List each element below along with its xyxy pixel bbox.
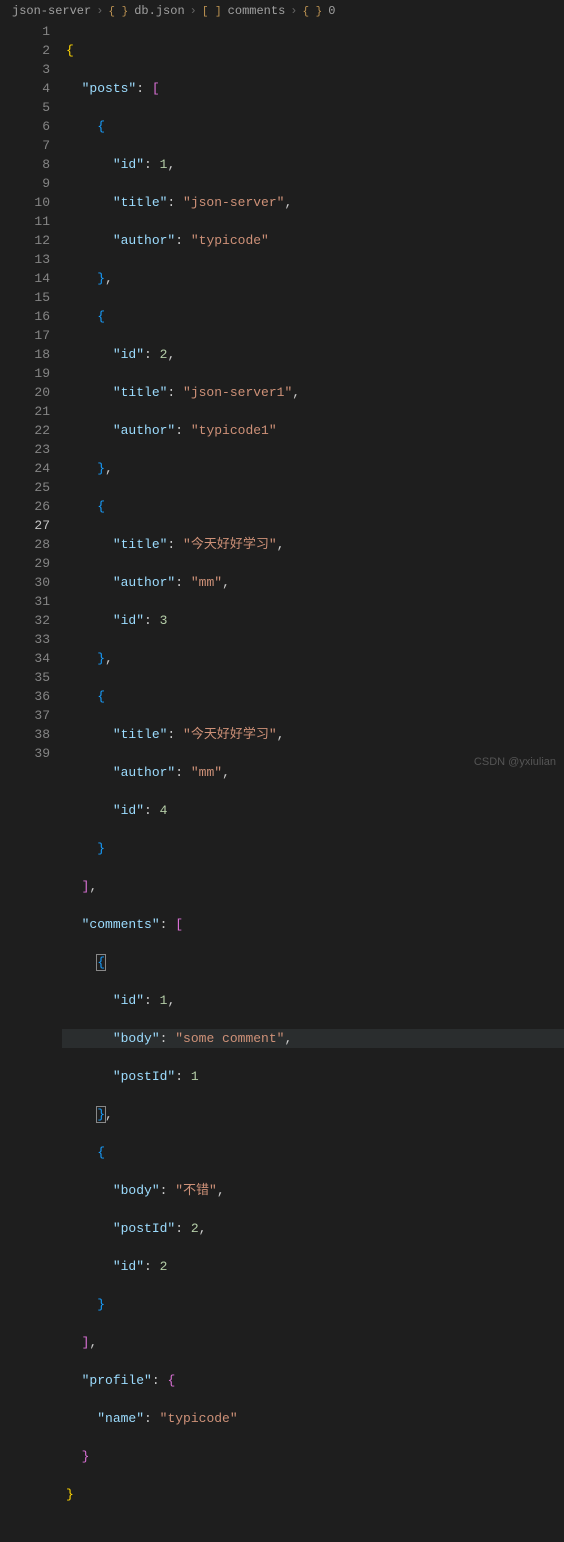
json-icon xyxy=(108,4,130,18)
breadcrumb-object[interactable]: 0 xyxy=(302,4,335,18)
chevron-right-icon: › xyxy=(290,4,297,18)
breadcrumb-file[interactable]: db.json xyxy=(108,4,184,18)
line-number-gutter: 1234567891011121314151617181920212223242… xyxy=(0,22,62,774)
array-icon xyxy=(202,4,224,18)
breadcrumb-folder[interactable]: json-server xyxy=(12,4,91,18)
chevron-right-icon: › xyxy=(96,4,103,18)
breadcrumb-array[interactable]: comments xyxy=(202,4,285,18)
chevron-right-icon: › xyxy=(190,4,197,18)
code-content[interactable]: { "posts": [ { "id": 1, "title": "json-s… xyxy=(62,22,564,774)
code-editor[interactable]: 1234567891011121314151617181920212223242… xyxy=(0,22,564,774)
object-icon xyxy=(302,4,324,18)
watermark: CSDN @yxiulian xyxy=(474,756,556,768)
breadcrumb[interactable]: json-server › db.json › comments › 0 xyxy=(0,0,564,22)
